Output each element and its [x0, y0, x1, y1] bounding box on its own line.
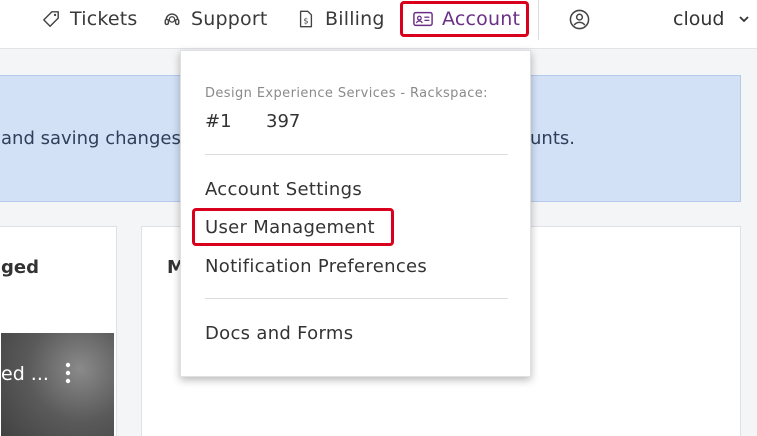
card-thumbnail[interactable]: ed ...: [1, 333, 114, 436]
user-menu[interactable]: cloud: [673, 0, 750, 38]
top-navigation: Tickets Support $ Billing Account cloud: [0, 0, 757, 49]
thumbnail-label: ed ...: [1, 363, 49, 385]
banner-text-left: and saving changes t: [1, 128, 194, 149]
id-card-icon: [413, 11, 433, 27]
account-number: 397: [266, 111, 301, 132]
dropdown-divider: [205, 154, 508, 155]
dollar-document-icon: $: [299, 10, 313, 28]
nav-divider: [538, 0, 539, 40]
left-card: ged ed ...: [0, 226, 117, 436]
nav-support-label: Support: [191, 8, 268, 30]
nav-tickets-label: Tickets: [70, 8, 138, 30]
svg-text:$: $: [303, 16, 308, 26]
left-card-title: ged: [1, 257, 39, 278]
user-name: cloud: [673, 8, 725, 30]
nav-tickets[interactable]: Tickets: [42, 0, 138, 38]
nav-billing[interactable]: $ Billing: [297, 0, 385, 38]
nav-billing-label: Billing: [325, 8, 385, 30]
menu-item-account-settings[interactable]: Account Settings: [205, 179, 362, 200]
kebab-menu-icon[interactable]: [63, 361, 73, 385]
nav-account-label: Account: [442, 8, 521, 30]
account-dropdown: Design Experience Services - Rackspace: …: [180, 50, 531, 377]
nav-account[interactable]: Account: [400, 1, 529, 37]
dropdown-divider: [205, 298, 508, 299]
tag-icon: [43, 11, 59, 27]
chevron-down-icon: [739, 16, 750, 23]
menu-item-user-management[interactable]: User Management: [205, 217, 375, 238]
account-number-label: #1: [205, 111, 232, 132]
nav-support[interactable]: Support: [163, 0, 268, 38]
headset-icon: [164, 13, 180, 26]
menu-item-notification-preferences[interactable]: Notification Preferences: [205, 256, 427, 277]
account-name: Design Experience Services - Rackspace:: [205, 86, 488, 101]
user-avatar-icon[interactable]: [569, 9, 590, 30]
menu-item-docs-and-forms[interactable]: Docs and Forms: [205, 323, 353, 344]
